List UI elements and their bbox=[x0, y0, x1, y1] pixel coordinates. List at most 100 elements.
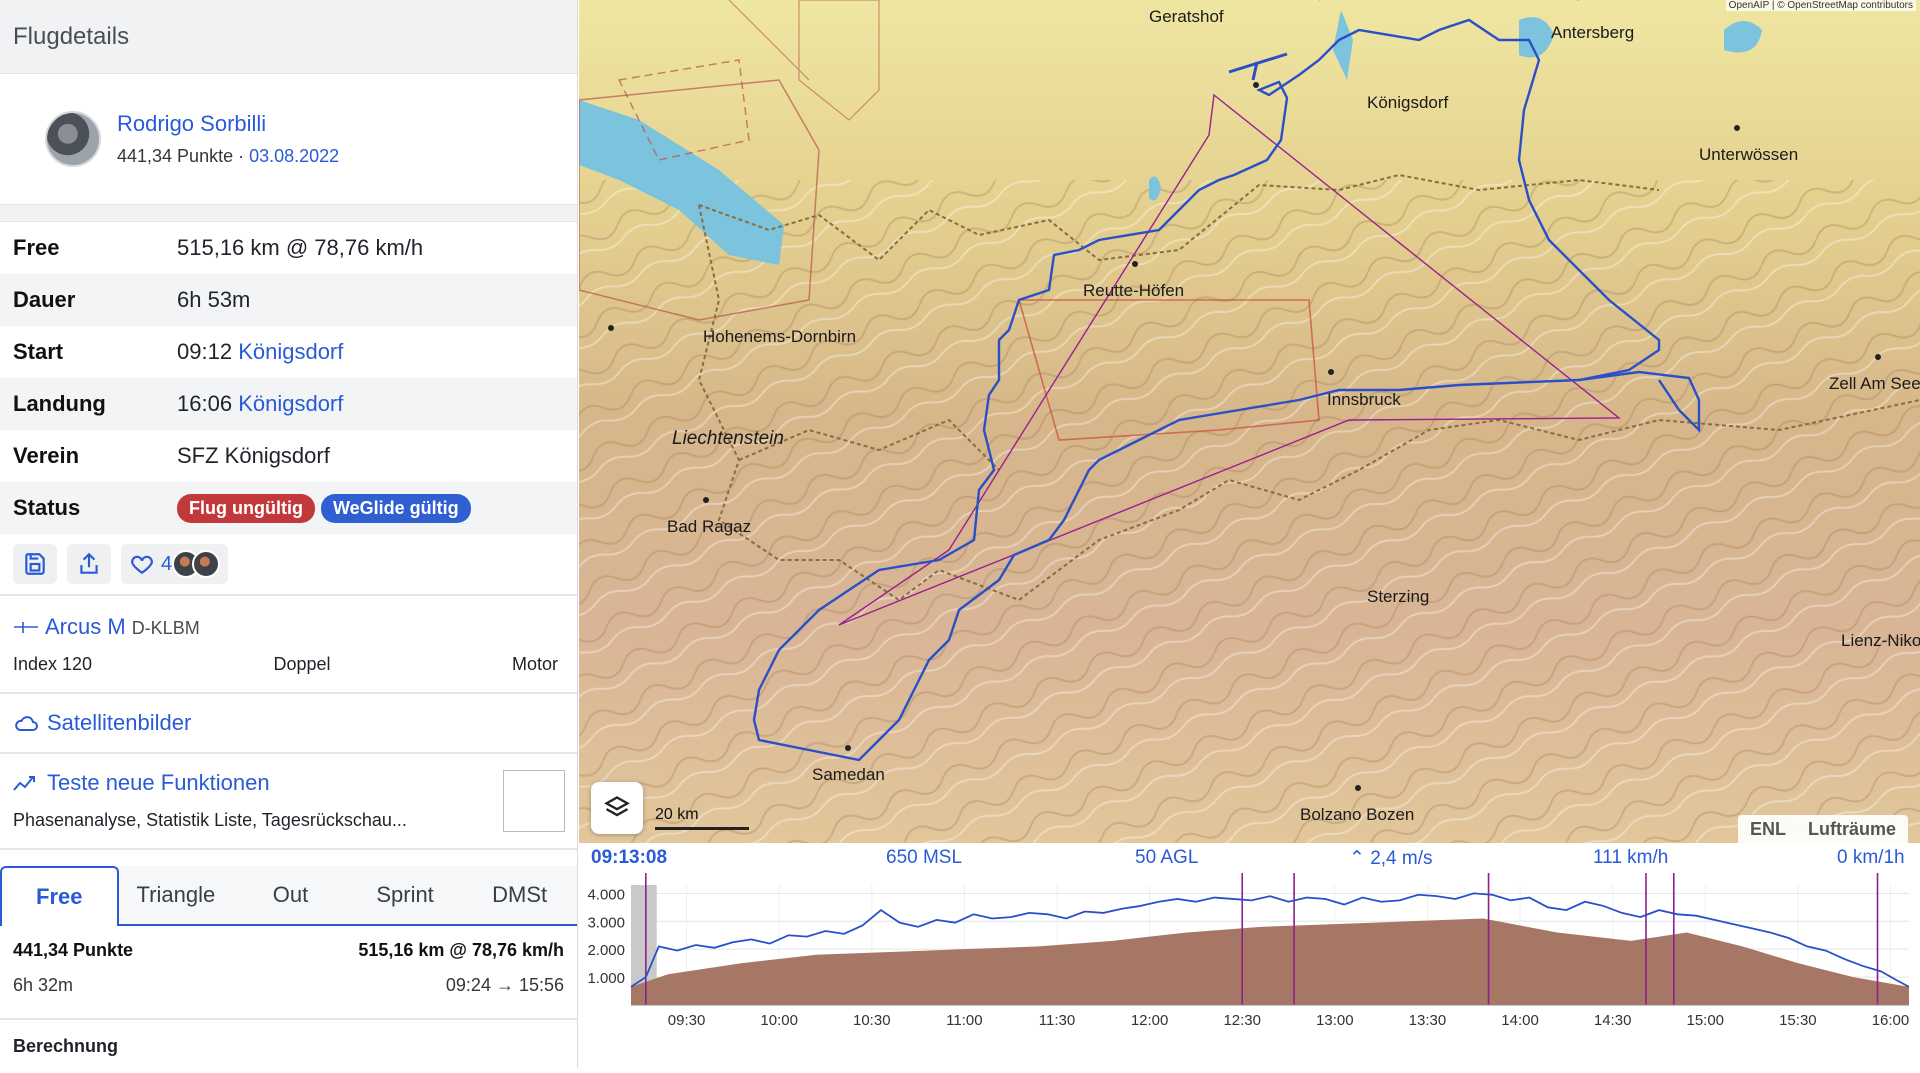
pilot-name[interactable]: Rodrigo Sorbilli bbox=[117, 111, 339, 137]
readout-wind: 0 km/1h bbox=[1837, 847, 1905, 868]
broken-image-icon bbox=[503, 770, 565, 832]
score-tabs: Free Triangle Out Sprint DMSt bbox=[0, 866, 577, 926]
save-icon bbox=[25, 553, 45, 575]
tab-triangle[interactable]: Triangle bbox=[119, 866, 234, 924]
landing-time: 16:06 bbox=[177, 391, 233, 416]
score-duration: 6h 32m bbox=[13, 975, 74, 995]
readout-speed: 111 km/h bbox=[1593, 847, 1669, 868]
satellite-label: Satellitenbilder bbox=[47, 710, 192, 735]
layers-button[interactable] bbox=[591, 782, 643, 834]
x-tick-label: 09:30 bbox=[668, 1012, 706, 1029]
flight-date-link[interactable]: 03.08.2022 bbox=[249, 146, 339, 166]
liker-avatar[interactable] bbox=[192, 550, 221, 578]
pilot-meta: 441,34 Punkte · 03.08.2022 bbox=[117, 146, 339, 167]
glider-icon bbox=[14, 622, 38, 633]
tab-free[interactable]: Free bbox=[0, 866, 119, 926]
info-key: Verein bbox=[13, 443, 80, 468]
start-time: 09:12 bbox=[177, 339, 233, 364]
save-button[interactable] bbox=[13, 544, 57, 584]
place-label: Zell Am See bbox=[1829, 374, 1920, 393]
score-time-range: 09:24 → 15:56 bbox=[445, 975, 564, 995]
pilot-points: 441,34 Punkte bbox=[117, 146, 234, 166]
x-tick-label: 11:00 bbox=[946, 1012, 982, 1029]
avatar[interactable] bbox=[45, 111, 101, 167]
new-features-subtitle: Phasenanalyse, Statistik Liste, Tagesrüc… bbox=[13, 810, 407, 830]
info-row-free: Free 515,16 km @ 78,76 km/h bbox=[0, 222, 577, 274]
info-row-landing: Landung 16:06 Königsdorf bbox=[0, 378, 577, 430]
status-badge-invalid: Flug ungültig bbox=[177, 493, 315, 523]
new-features-teaser[interactable]: Teste neue Funktionen Phasenanalyse, Sta… bbox=[0, 754, 577, 850]
place-label: Liechtenstein bbox=[672, 428, 784, 449]
glider-seats: Doppel bbox=[273, 654, 331, 674]
barogram-readout: 09:13:08 650 MSL 50 AGL ⌃ 2,4 m/s 111 km… bbox=[579, 843, 1920, 873]
x-tick-label: 14:30 bbox=[1594, 1012, 1632, 1029]
like-button[interactable]: 4 bbox=[121, 544, 229, 584]
map-attribution[interactable]: OpenAIP | © OpenStreetMap contributors bbox=[1725, 0, 1916, 11]
tab-dmst[interactable]: DMSt bbox=[462, 866, 577, 924]
club-link[interactable]: SFZ Königsdorf bbox=[177, 443, 330, 469]
map-canvas[interactable]: Geratshof Antersberg Königsdorf Unterwös… bbox=[579, 0, 1920, 843]
place-label: Königsdorf bbox=[1367, 93, 1449, 112]
x-tick-label: 10:00 bbox=[760, 1012, 798, 1029]
flight-map[interactable]: Geratshof Antersberg Königsdorf Unterwös… bbox=[579, 0, 1920, 843]
x-tick-label: 13:30 bbox=[1409, 1012, 1447, 1029]
x-tick-label: 12:00 bbox=[1131, 1012, 1169, 1029]
heart-icon bbox=[131, 555, 153, 574]
pilot-card: Rodrigo Sorbilli 441,34 Punkte · 03.08.2… bbox=[0, 74, 577, 204]
glider-engine: Motor bbox=[511, 654, 558, 674]
glider-model-link[interactable]: Arcus M bbox=[45, 614, 126, 640]
info-key: Status bbox=[13, 495, 81, 520]
readout-vario: ⌃ 2,4 m/s bbox=[1349, 847, 1433, 870]
divider bbox=[0, 204, 577, 222]
y-tick-label: 4.000 bbox=[587, 886, 625, 903]
action-bar: 4 bbox=[0, 534, 577, 596]
x-tick-label: 15:30 bbox=[1779, 1012, 1817, 1029]
place-label: Hohenems-Dornbirn bbox=[703, 327, 856, 346]
like-count: 4 bbox=[161, 552, 173, 575]
info-key: Landung bbox=[13, 391, 106, 416]
info-table: Free 515,16 km @ 78,76 km/h Dauer 6h 53m… bbox=[0, 222, 577, 534]
cloud-icon bbox=[15, 716, 38, 731]
x-tick-label: 12:30 bbox=[1223, 1012, 1261, 1029]
info-row-start: Start 09:12 Königsdorf bbox=[0, 326, 577, 378]
info-row-club: Verein SFZ Königsdorf bbox=[0, 430, 577, 482]
landing-airfield-link[interactable]: Königsdorf bbox=[238, 391, 343, 416]
trend-icon bbox=[13, 776, 35, 791]
status-badge-valid: WeGlide gültig bbox=[320, 493, 471, 523]
readout-agl: 50 AGL bbox=[1135, 847, 1199, 868]
info-key: Free bbox=[13, 235, 60, 260]
place-label: Samedan bbox=[812, 765, 885, 784]
barogram[interactable]: 09:13:08 650 MSL 50 AGL ⌃ 2,4 m/s 111 km… bbox=[579, 843, 1920, 1068]
satellite-images-link[interactable]: Satellitenbilder bbox=[0, 694, 577, 754]
readout-msl: 650 MSL bbox=[886, 847, 963, 868]
enl-toggle[interactable]: ENL bbox=[1750, 819, 1786, 840]
info-value: 09:12 Königsdorf bbox=[177, 339, 343, 365]
info-row-duration: Dauer 6h 53m bbox=[0, 274, 577, 326]
start-airfield-link[interactable]: Königsdorf bbox=[238, 339, 343, 364]
map-scale: 20 km bbox=[655, 806, 749, 830]
glider-section: Arcus M D-KLBM Index 120 Doppel Motor bbox=[0, 596, 577, 694]
x-tick-label: 16:00 bbox=[1872, 1012, 1910, 1029]
place-label: Antersberg bbox=[1551, 23, 1634, 42]
info-value: 515,16 km @ 78,76 km/h bbox=[177, 235, 424, 260]
airspace-toggle[interactable]: Lufträume bbox=[1808, 819, 1896, 840]
x-tick-label: 13:00 bbox=[1316, 1012, 1354, 1029]
meta-separator: · bbox=[233, 146, 250, 166]
info-key: Dauer bbox=[13, 287, 76, 312]
place-label: Sterzing bbox=[1367, 587, 1429, 606]
place-label: Bolzano Bozen bbox=[1300, 805, 1414, 824]
status-badges: Flug ungültig WeGlide gültig bbox=[177, 493, 477, 523]
caret-up-icon: ⌃ bbox=[1349, 848, 1365, 869]
place-label: Lienz-Niko bbox=[1841, 631, 1920, 650]
barogram-chart[interactable]: 1.000 2.000 3.000 4.000 09:30 10:00 10:30 11:00… bbox=[579, 843, 1920, 1068]
share-icon bbox=[80, 552, 98, 574]
score-distance: 515,16 km @ 78,76 km/h bbox=[358, 940, 564, 960]
x-tick-label: 14:00 bbox=[1501, 1012, 1539, 1029]
y-tick-label: 1.000 bbox=[587, 970, 625, 987]
share-button[interactable] bbox=[67, 544, 111, 584]
glider-index: Index 120 bbox=[13, 654, 93, 674]
tab-out[interactable]: Out bbox=[233, 866, 348, 924]
info-value: 6h 53m bbox=[177, 287, 251, 312]
info-row-status: Status Flug ungültig WeGlide gültig bbox=[0, 482, 577, 534]
tab-sprint[interactable]: Sprint bbox=[348, 866, 463, 924]
